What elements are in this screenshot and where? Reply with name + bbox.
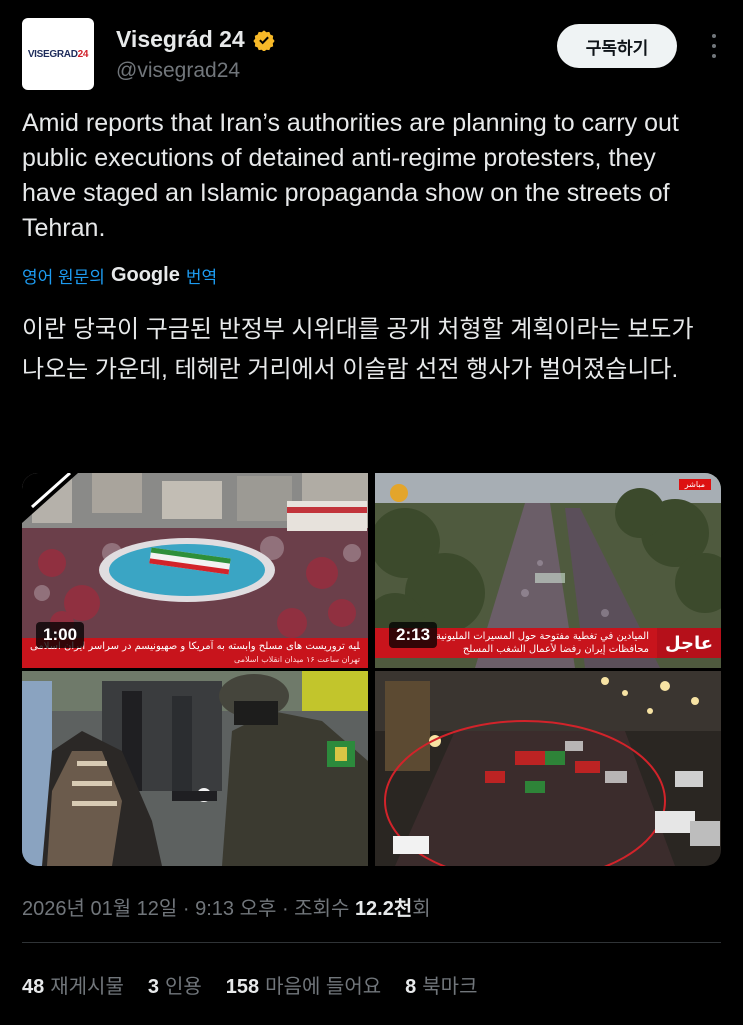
views-prefix: 조회수: [294, 898, 350, 920]
tweet-text: Amid reports that Iran’s authorities are…: [22, 109, 679, 242]
views-count: 12.2천: [354, 898, 413, 920]
breaking-tag: عاجل: [657, 628, 721, 658]
handle[interactable]: @visegrad24: [116, 59, 275, 83]
reposts-stat[interactable]: 48 재게시물: [22, 970, 124, 999]
video-duration-1: 1:00: [36, 622, 85, 648]
video-duration-2: 2:13: [389, 622, 438, 648]
avatar-logo: VISEGRAD24: [27, 48, 89, 60]
translated-text: 이란 당국이 구금된 반정부 시위대를 공개 처형할 계획이라는 보도가 나오는…: [22, 316, 694, 383]
tweet-date[interactable]: 2026년 01월 12일: [22, 898, 177, 920]
views-suffix: 회: [412, 898, 431, 920]
image-thumbnail-3[interactable]: [22, 671, 368, 866]
avatar[interactable]: VISEGRAD24: [22, 18, 94, 90]
media-grid: خروش عظیم ملت علیه تروریست های مسلح وابس…: [22, 473, 721, 866]
tweet-meta: 2026년 01월 12일 · 9:13 오후 · 조회수 12.2천회: [22, 898, 431, 920]
verified-badge-icon: [253, 29, 275, 51]
likes-stat[interactable]: 158 마음에 들어요: [226, 970, 381, 999]
tweet-time[interactable]: 9:13 오후: [195, 898, 276, 920]
image-thumbnail-4[interactable]: [375, 671, 721, 866]
engagement-stats: 48 재게시물 3 인용 158 마음에 들어요 8 북마크: [22, 970, 477, 999]
night-procession-image: [375, 671, 721, 866]
subscribe-button[interactable]: 구독하기: [557, 24, 677, 68]
author-block: Visegrád 24 @visegrad24: [116, 26, 275, 83]
bookmarks-stat[interactable]: 8 북마크: [405, 970, 477, 999]
tweet-header: VISEGRAD24 Visegrád 24 @visegrad24 구독하기: [22, 18, 721, 90]
soldier-flower-image: [22, 671, 368, 866]
google-logo: Google: [110, 264, 180, 286]
video-thumbnail-1[interactable]: خروش عظیم ملت علیه تروریست های مسلح وابس…: [22, 473, 368, 668]
more-options-icon[interactable]: [707, 34, 721, 58]
display-name[interactable]: Visegrád 24: [116, 26, 245, 53]
translate-suffix: 번역: [185, 268, 218, 287]
translation-attribution[interactable]: 영어 원문의 Google 번역: [22, 263, 217, 288]
video-thumbnail-2[interactable]: مباشر الميادين في تغطية مفتوحة حول المسي…: [375, 473, 721, 668]
divider: [22, 942, 721, 943]
translate-prefix: 영어 원문의: [22, 268, 105, 287]
display-name-row[interactable]: Visegrád 24: [116, 26, 275, 53]
quotes-stat[interactable]: 3 인용: [148, 970, 202, 999]
live-badge: مباشر: [678, 479, 711, 490]
